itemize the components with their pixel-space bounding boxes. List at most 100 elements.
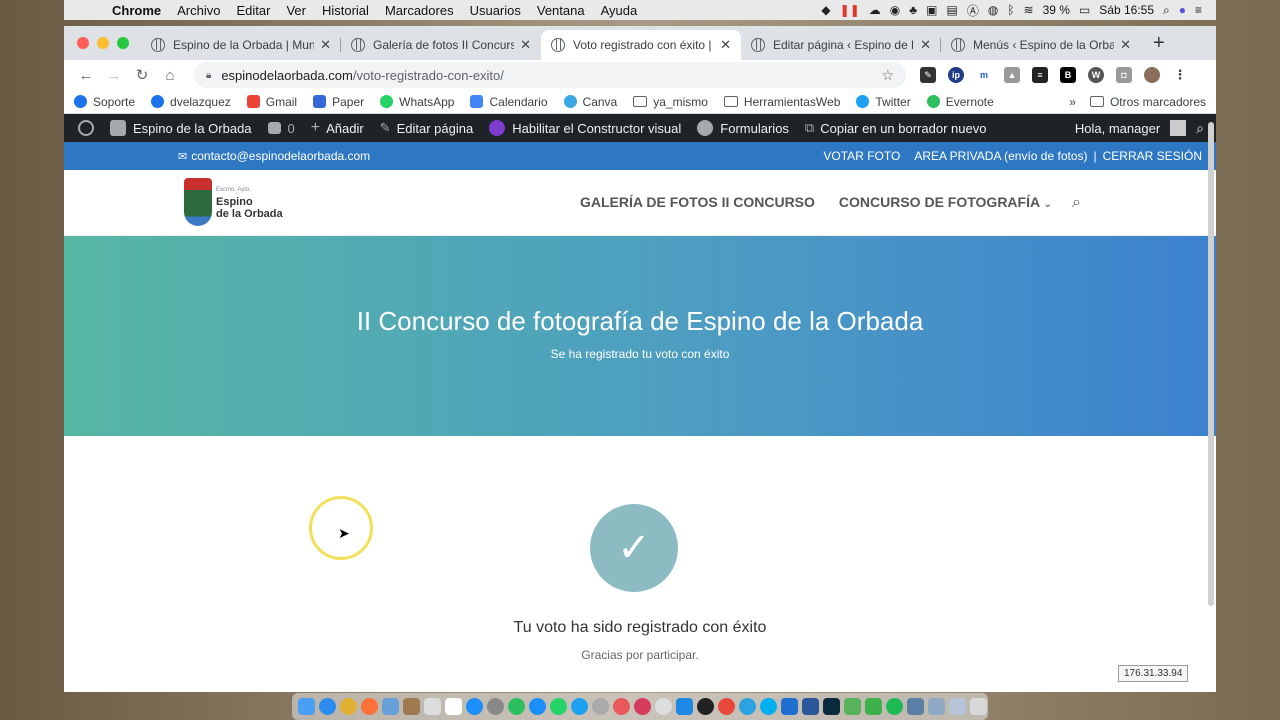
tab-editar-pagina[interactable]: Editar página ‹ Espino de la ✕	[741, 30, 941, 60]
new-tab-button[interactable]: +	[1141, 30, 1165, 60]
record-icon[interactable]: ◉	[890, 3, 900, 17]
settings-icon[interactable]	[487, 698, 504, 715]
wp-greeting[interactable]: Hola, manager	[1075, 121, 1160, 136]
wp-search-icon[interactable]: ⌕	[1196, 120, 1204, 137]
bookmark-whatsapp[interactable]: WhatsApp	[380, 95, 454, 109]
extension-pen-icon[interactable]: ✎	[920, 67, 936, 83]
documents-icon[interactable]	[928, 698, 945, 715]
generic-app-icon[interactable]	[592, 698, 609, 715]
tab-voto-registrado[interactable]: Voto registrado con éxito | E ✕	[541, 30, 741, 60]
extension-camera-icon[interactable]: ◘	[1116, 67, 1132, 83]
reload-icon[interactable]: ↻	[128, 66, 156, 84]
pause-icon[interactable]: ❚❚	[840, 3, 860, 17]
bluetooth-icon[interactable]: ᛒ	[1007, 3, 1014, 17]
close-tab-icon[interactable]: ✕	[520, 37, 531, 53]
tab-menus[interactable]: Menús ‹ Espino de la Orbad ✕	[941, 30, 1141, 60]
back-arrow-icon[interactable]: ←	[72, 67, 100, 84]
menu-editar[interactable]: Editar	[228, 3, 278, 18]
bookmark-evernote[interactable]: Evernote	[926, 95, 994, 109]
word-icon[interactable]	[802, 698, 819, 715]
siri-icon[interactable]: ●	[1179, 3, 1186, 17]
twitter-app-icon[interactable]	[571, 698, 588, 715]
globe-status-icon[interactable]: ◍	[988, 3, 998, 17]
menu-usuarios[interactable]: Usuarios	[462, 3, 529, 18]
close-tab-icon[interactable]: ✕	[1120, 37, 1131, 53]
top-link-cerrar-sesion[interactable]: CERRAR SESIÓN	[1103, 149, 1202, 163]
wifi-icon[interactable]: ≋	[1024, 3, 1034, 17]
todo-app-icon[interactable]	[529, 698, 546, 715]
leaf-app-icon[interactable]	[844, 698, 861, 715]
bookmark-dvelazquez[interactable]: dvelazquez	[151, 95, 231, 109]
finder-icon[interactable]	[298, 698, 315, 715]
extension-drive-icon[interactable]: ▲	[1004, 67, 1020, 83]
fullscreen-window-button[interactable]	[117, 37, 129, 49]
close-window-button[interactable]	[77, 37, 89, 49]
folder-dock-icon[interactable]	[949, 698, 966, 715]
more-bookmarks-chevron[interactable]: »	[1069, 95, 1076, 109]
bookmark-calendario[interactable]: Calendario	[470, 95, 548, 109]
site-search-icon[interactable]: ⌕	[1072, 194, 1081, 212]
site-logo[interactable]: Excmo. Ayto. Espino de la Orbada	[184, 178, 283, 226]
forward-arrow-icon[interactable]: →	[100, 67, 128, 84]
bookmark-folder-ya-mismo[interactable]: ya_mismo	[633, 95, 708, 109]
menu-historial[interactable]: Historial	[314, 3, 377, 18]
whatsapp-app-icon[interactable]	[550, 698, 567, 715]
emoji-app-icon[interactable]	[655, 698, 672, 715]
spotify-icon[interactable]	[886, 698, 903, 715]
bookmark-twitter[interactable]: Twitter	[856, 95, 911, 109]
menu-ventana[interactable]: Ventana	[529, 3, 593, 18]
extension-b-icon[interactable]: B	[1060, 67, 1076, 83]
calendar-app-icon[interactable]	[445, 698, 462, 715]
nav-galeria[interactable]: GALERÍA DE FOTOS II CONCURSO	[580, 194, 815, 210]
bookmark-otros-marcadores[interactable]: Otros marcadores	[1089, 95, 1206, 109]
facetime-icon[interactable]	[865, 698, 882, 715]
messenger-app-icon[interactable]	[634, 698, 651, 715]
extension-layers-icon[interactable]: ≡	[1032, 67, 1048, 83]
close-tab-icon[interactable]: ✕	[320, 37, 331, 53]
profile-avatar-icon[interactable]	[1144, 67, 1160, 83]
address-bar[interactable]: 🔒︎ espinodelaorbada.com/voto-registrado-…	[194, 62, 906, 88]
lock-icon[interactable]: ▤	[946, 3, 957, 17]
appstore-icon[interactable]	[466, 698, 483, 715]
wp-logo-icon[interactable]	[70, 120, 102, 136]
safari-icon[interactable]	[319, 698, 336, 715]
close-tab-icon[interactable]: ✕	[920, 37, 931, 53]
page-scrollbar[interactable]	[1208, 122, 1214, 606]
wp-add-new[interactable]: + Añadir	[303, 119, 372, 137]
chrome-icon[interactable]	[340, 698, 357, 715]
top-link-area-privada[interactable]: AREA PRIVADA (envío de fotos)	[914, 149, 1087, 163]
bookmark-star-icon[interactable]: ☆	[881, 67, 894, 84]
clock[interactable]: Sáb 16:55	[1099, 3, 1154, 17]
tab-espino-home[interactable]: Espino de la Orbada | Munic ✕	[141, 30, 341, 60]
wp-site-name[interactable]: Espino de la Orbada	[102, 120, 260, 136]
menu-ayuda[interactable]: Ayuda	[593, 3, 646, 18]
home-icon[interactable]: ⌂	[156, 67, 184, 84]
a-icon[interactable]: Ⓐ	[967, 2, 979, 19]
wp-forms[interactable]: Formularios	[689, 120, 797, 136]
contact-email[interactable]: contacto@espinodelaorbada.com	[191, 149, 370, 163]
bookmark-gmail[interactable]: Gmail	[246, 95, 297, 109]
avatar[interactable]	[1170, 120, 1187, 136]
wp-copy-draft[interactable]: ⧉ Copiar en un borrador nuevo	[797, 120, 995, 136]
chrome-menu-icon[interactable]: ⋮	[1172, 67, 1188, 83]
obs-icon[interactable]	[697, 698, 714, 715]
menu-archivo[interactable]: Archivo	[169, 3, 228, 18]
trash-icon[interactable]	[970, 698, 987, 715]
menu-app-name[interactable]: Chrome	[104, 3, 169, 18]
books-icon[interactable]	[781, 698, 798, 715]
cloud-icon[interactable]: ☁	[869, 3, 881, 17]
menu-marcadores[interactable]: Marcadores	[377, 3, 462, 18]
bookmark-soporte[interactable]: Soporte	[74, 95, 135, 109]
photos-app-icon[interactable]	[613, 698, 630, 715]
preview-icon[interactable]	[382, 698, 399, 715]
lock-icon[interactable]: 🔒︎	[206, 70, 211, 81]
extension-wordpress-icon[interactable]: W	[1088, 67, 1104, 83]
spotlight-search-icon[interactable]: ⌕	[1163, 3, 1170, 18]
clapper-icon[interactable]: ▣	[926, 3, 937, 17]
menu-ver[interactable]: Ver	[278, 3, 314, 18]
wp-edit-page[interactable]: ✎ Editar página	[372, 120, 482, 136]
telegram-icon[interactable]	[739, 698, 756, 715]
wp-visual-builder[interactable]: Habilitar el Constructor visual	[481, 120, 689, 136]
photoshop-icon[interactable]	[823, 698, 840, 715]
evernote-icon[interactable]: ♣	[909, 3, 917, 17]
